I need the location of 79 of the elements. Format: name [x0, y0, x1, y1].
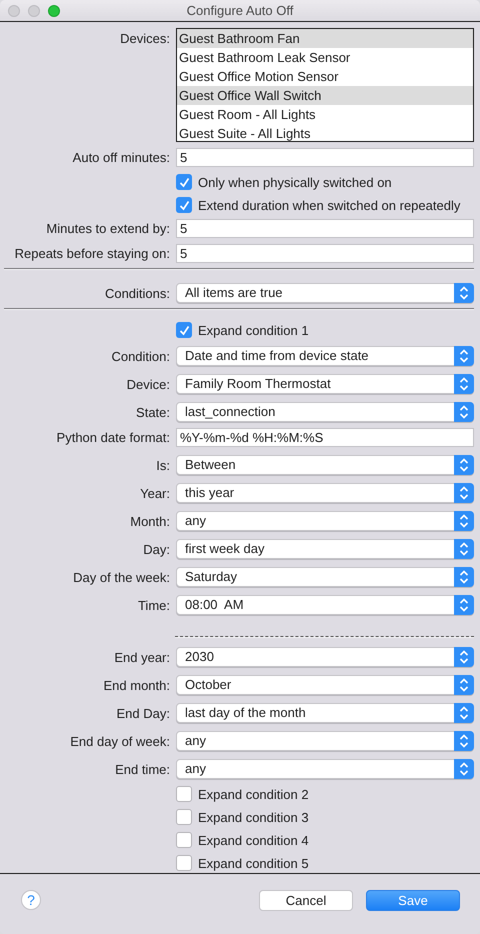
updown-chevron-icon	[454, 567, 474, 587]
checkbox-label: Expand condition 5	[198, 856, 309, 870]
checkbox-label: Only when physically switched on	[198, 174, 392, 190]
field-label: Day:	[142, 542, 170, 556]
input-field[interactable]: 5	[176, 219, 474, 238]
field-label: Is:	[155, 458, 170, 472]
dropdown[interactable]: any	[176, 759, 474, 779]
dropdown[interactable]: any	[176, 731, 474, 751]
input-field[interactable]: 5	[176, 244, 474, 263]
dropdown[interactable]: first week day	[176, 539, 474, 559]
dropdown[interactable]: last day of the month	[176, 703, 474, 723]
checkbox[interactable]	[176, 855, 192, 871]
field-label: End day of week:	[69, 734, 170, 748]
input-field[interactable]: 5	[176, 148, 474, 167]
checkbox[interactable]	[176, 786, 192, 802]
list-item[interactable]: Guest Bathroom Fan	[177, 29, 473, 48]
dropdown[interactable]: Saturday	[176, 567, 474, 587]
updown-chevron-icon	[454, 346, 474, 366]
checkbox[interactable]	[176, 322, 192, 338]
minimize-button[interactable]	[28, 5, 40, 17]
field-label: Repeats before staying on:	[14, 246, 170, 261]
field-label: Time:	[136, 598, 170, 612]
dropdown[interactable]: this year	[176, 483, 474, 503]
updown-chevron-icon	[454, 675, 474, 695]
dropdown[interactable]: Date and time from device state	[176, 346, 474, 366]
dropdown[interactable]: 08:00 AM	[176, 595, 474, 615]
dropdown[interactable]: All items are true	[176, 283, 474, 303]
field-label: Devices:	[119, 31, 170, 46]
checkbox[interactable]	[176, 832, 192, 848]
updown-chevron-icon	[454, 759, 474, 779]
updown-chevron-icon	[454, 647, 474, 667]
updown-chevron-icon	[454, 703, 474, 723]
field-label: End month:	[102, 678, 170, 692]
field-label: Auto off minutes:	[72, 150, 170, 165]
updown-chevron-icon	[454, 539, 474, 559]
list-item[interactable]: Guest Office Wall Switch	[177, 86, 473, 105]
field-label: End year:	[113, 650, 170, 664]
checkbox[interactable]	[176, 197, 192, 213]
field-label: Conditions:	[104, 286, 170, 300]
dropdown[interactable]: October	[176, 675, 474, 695]
list-item[interactable]: Guest Office Motion Sensor	[177, 67, 473, 86]
checkbox[interactable]	[176, 174, 192, 190]
field-label: State:	[135, 404, 170, 420]
field-label: Device:	[126, 376, 170, 392]
dropdown[interactable]: last_connection	[176, 402, 474, 422]
field-label: Year:	[139, 486, 170, 500]
checkbox-label: Expand condition 2	[198, 786, 309, 802]
field-label: Python date format:	[56, 430, 170, 445]
updown-chevron-icon	[454, 731, 474, 751]
updown-chevron-icon	[454, 283, 474, 303]
dropdown[interactable]: Between	[176, 455, 474, 475]
list-item[interactable]: Guest Room - All Lights	[177, 105, 473, 124]
updown-chevron-icon	[454, 511, 474, 531]
field-label: Day of the week:	[72, 570, 170, 584]
window-title: Configure Auto Off	[186, 3, 294, 18]
dropdown[interactable]: 2030	[176, 647, 474, 667]
field-label: Month:	[129, 514, 170, 528]
updown-chevron-icon	[454, 455, 474, 475]
checkbox-label: Expand condition 1	[198, 322, 309, 338]
updown-chevron-icon	[454, 483, 474, 503]
field-label: Condition:	[110, 348, 170, 364]
dropdown[interactable]: Family Room Thermostat	[176, 374, 474, 394]
updown-chevron-icon	[454, 595, 474, 615]
checkbox[interactable]	[176, 809, 192, 825]
close-button[interactable]	[8, 5, 20, 17]
list-item[interactable]: Guest Bathroom Leak Sensor	[177, 48, 473, 67]
zoom-button[interactable]	[48, 5, 60, 17]
list-item[interactable]: Guest Suite - All Lights	[177, 124, 473, 141]
field-label: End time:	[114, 762, 170, 776]
checkbox-label: Expand condition 3	[198, 810, 309, 824]
field-label: Minutes to extend by:	[45, 221, 170, 236]
checkbox-label: Expand condition 4	[198, 832, 309, 848]
input-field[interactable]: %Y-%m-%d %H:%M:%S	[176, 428, 474, 447]
dropdown[interactable]: any	[176, 511, 474, 531]
updown-chevron-icon	[454, 374, 474, 394]
field-label: End Day:	[116, 706, 170, 720]
checkbox-label: Extend duration when switched on repeatedly	[198, 198, 460, 212]
cancel-button[interactable]: Cancel	[259, 890, 353, 910]
updown-chevron-icon	[454, 402, 474, 422]
